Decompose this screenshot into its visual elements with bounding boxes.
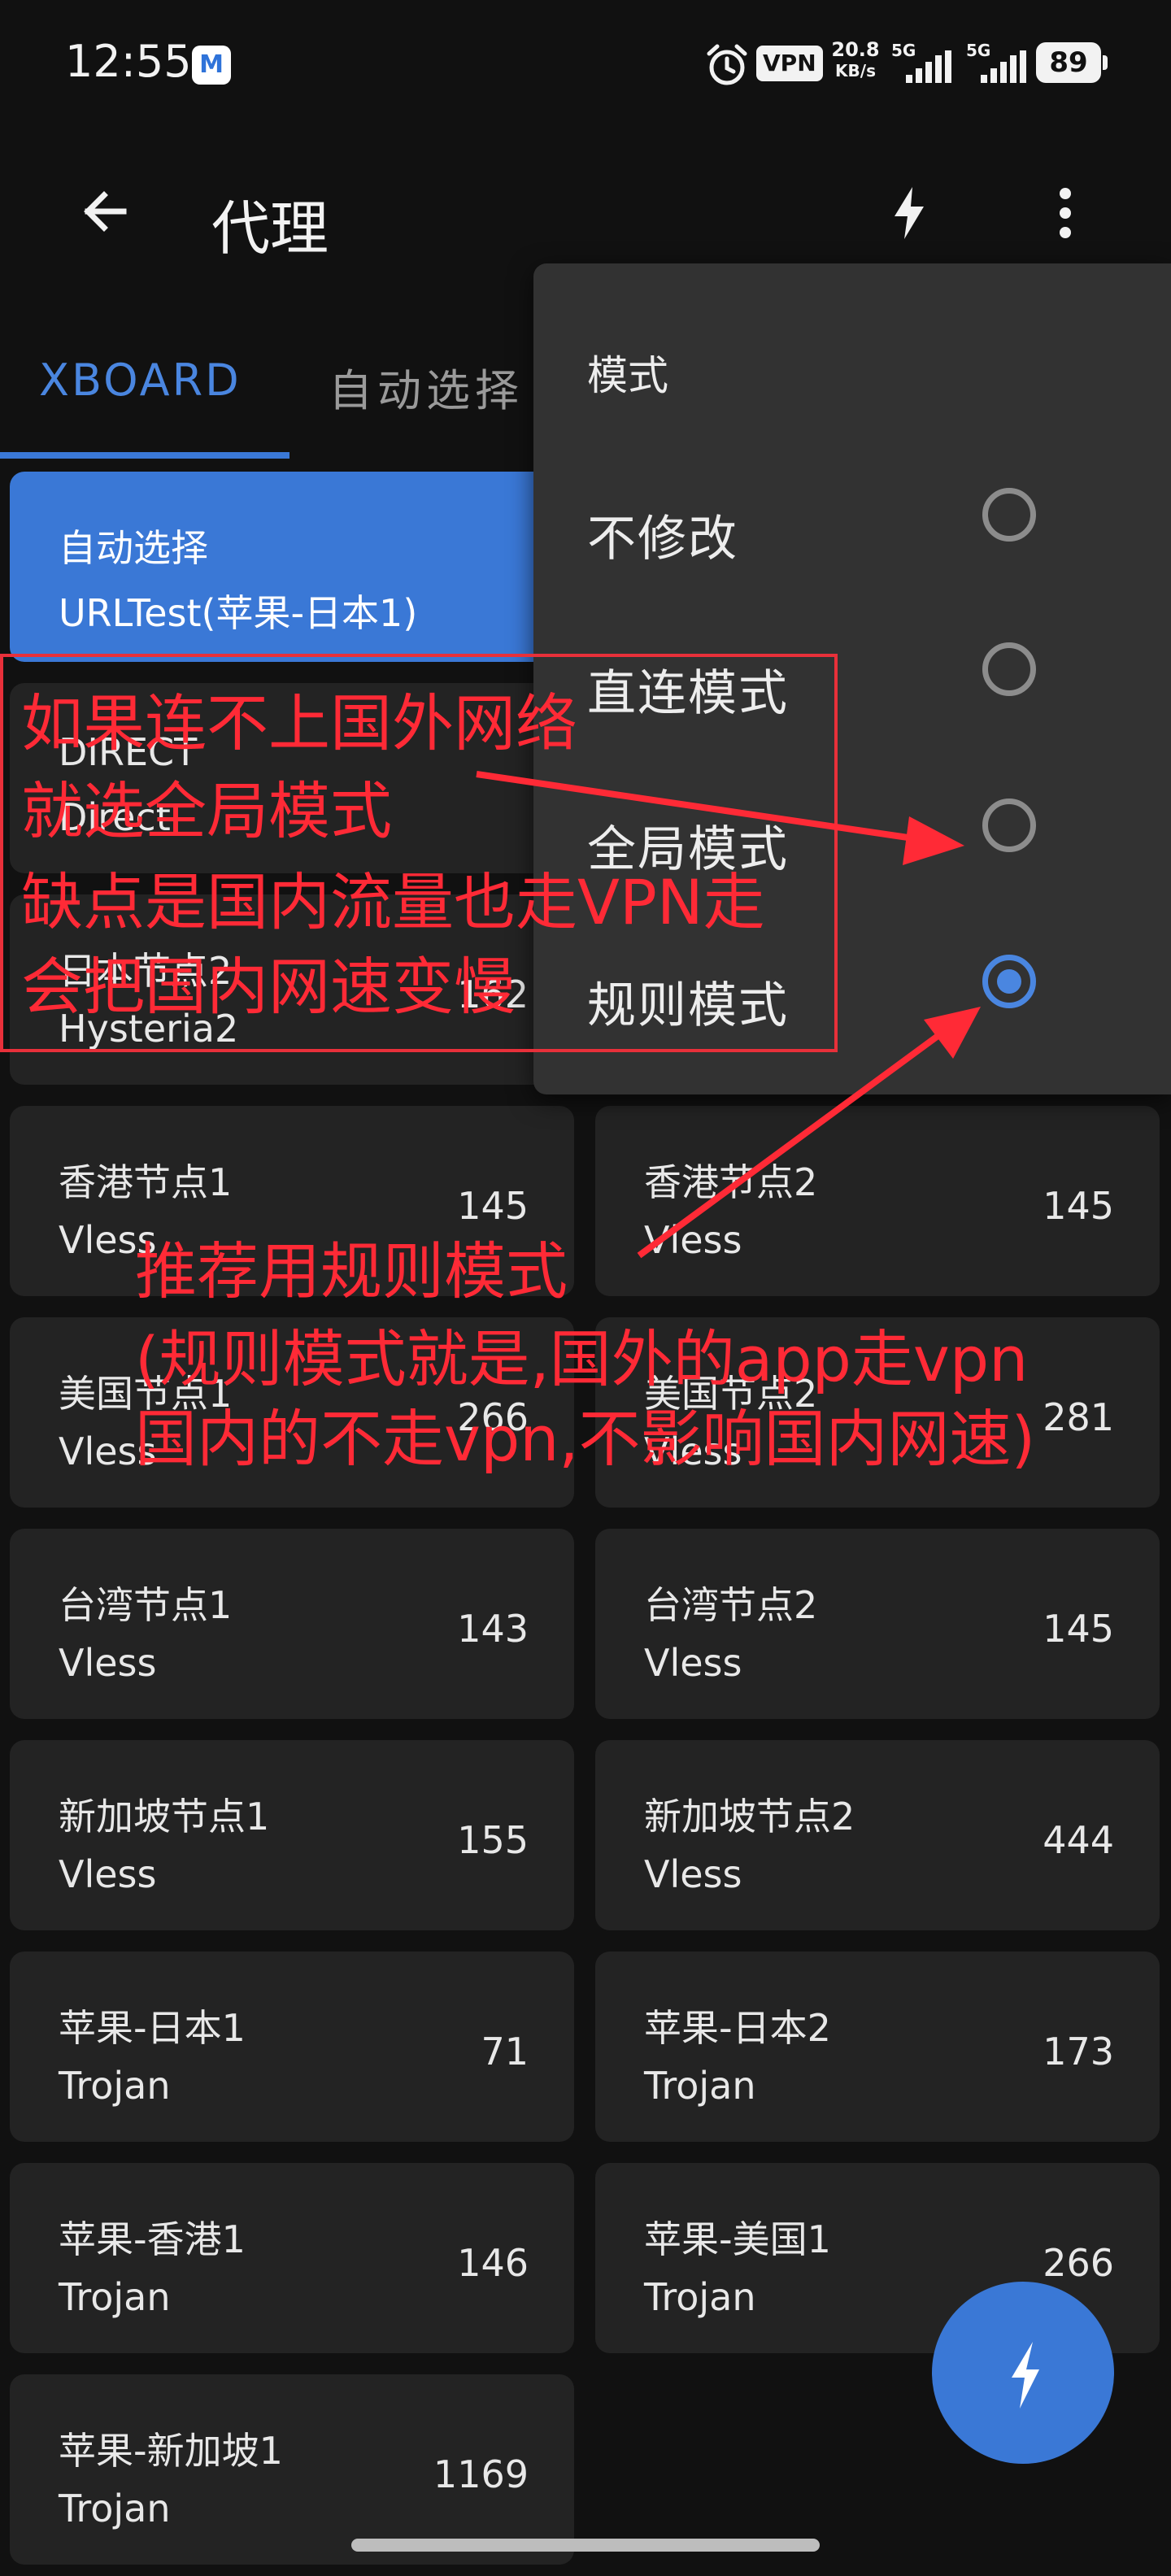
proxy-card[interactable]: 台湾节点2 Vless 145 <box>595 1529 1160 1719</box>
proxy-delay: 145 <box>1043 1184 1114 1228</box>
proxy-name: 自动选择 <box>59 526 208 570</box>
proxy-type: Trojan <box>59 2064 171 2108</box>
proxy-name: 新加坡节点1 <box>59 1795 270 1838</box>
signal-icon: 5G <box>966 41 1034 86</box>
annotation-text: 会把国内网速变慢 <box>21 951 516 1023</box>
proxy-card[interactable]: 新加坡节点2 Vless 444 <box>595 1740 1160 1930</box>
proxy-type: Trojan <box>59 2487 171 2530</box>
proxy-card[interactable]: 新加坡节点1 Vless 155 <box>10 1740 574 1930</box>
radio-button-checked[interactable] <box>982 955 1036 1008</box>
proxy-delay: 155 <box>457 1818 529 1862</box>
proxy-delay: 266 <box>1043 2241 1114 2285</box>
radio-button[interactable] <box>982 642 1036 696</box>
status-time: 12:55 <box>65 36 192 87</box>
proxy-name: 香港节点2 <box>644 1160 818 1204</box>
proxy-name: 台湾节点2 <box>644 1583 818 1627</box>
proxy-card[interactable]: 苹果-新加坡1 Trojan 1169 <box>10 2374 574 2565</box>
annotation-text: 国内的不走vpn,不影响国内网速) <box>135 1403 1036 1475</box>
proxy-card[interactable]: 自动选择 URLTest(苹果-日本1) <box>10 472 574 662</box>
proxy-delay: 444 <box>1043 1818 1114 1862</box>
proxy-type: Trojan <box>59 2275 171 2319</box>
annotation-text: 就选全局模式 <box>21 775 392 847</box>
tab-indicator <box>0 452 289 459</box>
radio-button[interactable] <box>982 488 1036 542</box>
network-speed: 20.8 KB/s <box>829 39 882 81</box>
mode-option-no-change[interactable]: 不修改 <box>533 446 1171 600</box>
arrow-left-icon[interactable] <box>73 179 138 244</box>
proxy-card[interactable]: 苹果-香港1 Trojan 146 <box>10 2163 574 2353</box>
proxy-name: 苹果-日本2 <box>644 2006 831 2050</box>
proxy-delay: 146 <box>457 2241 529 2285</box>
proxy-type: URLTest(苹果-日本1) <box>59 591 418 635</box>
annotation-text: 推荐用规则模式 <box>135 1235 568 1308</box>
proxy-delay: 1169 <box>433 2452 529 2496</box>
more-vert-icon[interactable] <box>1033 181 1098 246</box>
proxy-delay: 281 <box>1043 1395 1114 1439</box>
mode-option-label: 不修改 <box>587 511 738 568</box>
message-app-icon: M <box>192 46 231 85</box>
proxy-name: 苹果-日本1 <box>59 2006 246 2050</box>
page-title: 代理 <box>211 194 329 263</box>
signal-icon: 5G <box>891 41 960 86</box>
proxy-delay: 173 <box>1043 2030 1114 2073</box>
lightning-icon[interactable] <box>877 181 942 246</box>
proxy-delay: 145 <box>457 1184 529 1228</box>
proxy-delay: 71 <box>481 2030 529 2073</box>
proxy-name: 苹果-香港1 <box>59 2217 246 2261</box>
lightning-icon <box>1012 2342 1039 2408</box>
network-speed-value: 20.8 <box>831 38 880 61</box>
proxy-name: 苹果-美国1 <box>644 2217 831 2261</box>
proxy-card[interactable]: 台湾节点1 Vless 143 <box>10 1529 574 1719</box>
proxy-delay: 143 <box>457 1607 529 1651</box>
tab-auto-select[interactable]: 自动选择 <box>329 355 524 419</box>
proxy-type: Trojan <box>644 2275 756 2319</box>
home-indicator[interactable] <box>351 2539 820 2552</box>
proxy-name: 香港节点1 <box>59 1160 233 1204</box>
vpn-badge: VPN <box>756 46 823 81</box>
battery-icon: 89 <box>1036 42 1108 83</box>
proxy-type: Vless <box>644 1218 742 1262</box>
proxy-type: Vless <box>59 1852 157 1896</box>
annotation-text: 缺点是国内流量也走VPN走 <box>21 866 765 938</box>
proxy-type: Vless <box>644 1641 742 1685</box>
proxy-type: Vless <box>59 1641 157 1685</box>
proxy-name: 新加坡节点2 <box>644 1795 855 1838</box>
proxy-delay: 145 <box>1043 1607 1114 1651</box>
network-speed-unit: KB/s <box>835 61 876 80</box>
tab-xboard[interactable]: XBOARD <box>39 355 242 406</box>
status-bar: 12:55 M VPN 20.8 KB/s 5G 5G 89 <box>0 0 1171 130</box>
proxy-card[interactable]: 香港节点2 Vless 145 <box>595 1106 1160 1296</box>
proxy-name: 苹果-新加坡1 <box>59 2429 283 2473</box>
proxy-type: Vless <box>644 1852 742 1896</box>
annotation-text: (规则模式就是,国外的app走vpn <box>135 1323 1029 1395</box>
alarm-icon <box>707 44 747 85</box>
proxy-card[interactable]: 苹果-日本2 Trojan 173 <box>595 1952 1160 2142</box>
fab-test-delay[interactable] <box>932 2282 1114 2464</box>
radio-button[interactable] <box>982 798 1036 852</box>
mode-menu-header: 模式 <box>587 352 668 399</box>
proxy-name: 台湾节点1 <box>59 1583 233 1627</box>
proxy-card[interactable]: 苹果-日本1 Trojan 71 <box>10 1952 574 2142</box>
proxy-type: Trojan <box>644 2064 756 2108</box>
annotation-text: 如果连不上国外网络 <box>21 687 577 759</box>
